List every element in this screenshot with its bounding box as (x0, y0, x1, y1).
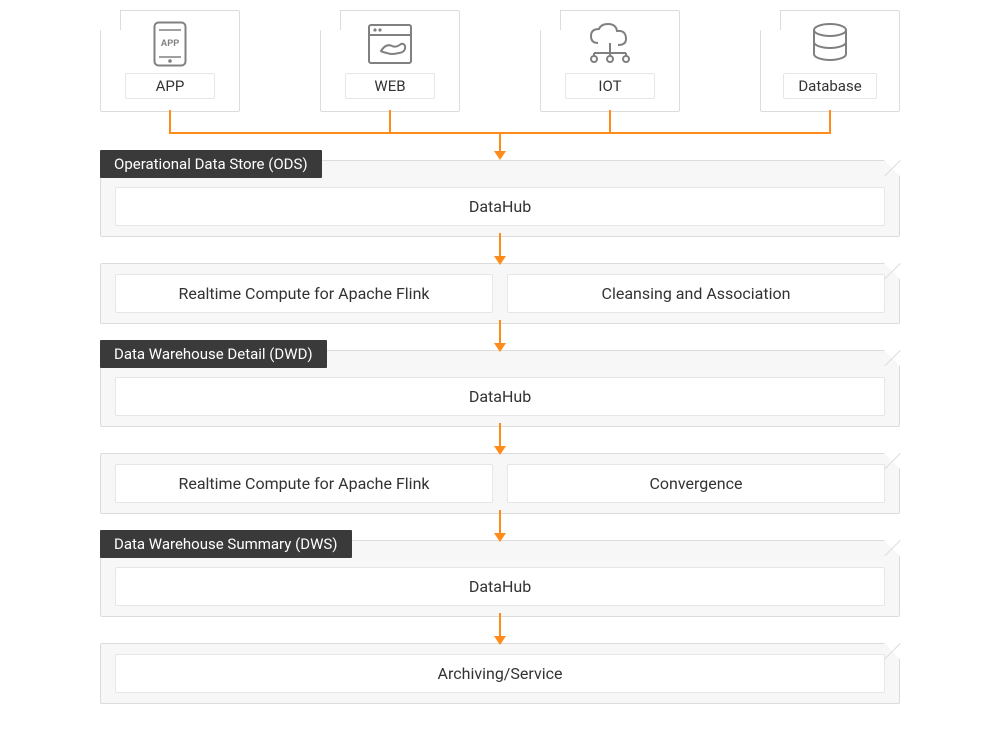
source-app: APP APP (100, 10, 240, 112)
arrow-down-icon (100, 615, 900, 643)
arrow-down-icon (100, 512, 900, 540)
app-icon: APP (140, 21, 200, 67)
process1-cleansing: Cleansing and Association (507, 274, 885, 313)
panel-final: Archiving/Service (100, 643, 900, 704)
final-archiving: Archiving/Service (115, 654, 885, 693)
arrow-down-icon (100, 425, 900, 453)
source-web-label: WEB (345, 73, 435, 99)
process2-convergence: Convergence (507, 464, 885, 503)
arrow-down-icon (100, 235, 900, 263)
svg-text:APP: APP (161, 38, 180, 48)
panel-ods: Operational Data Store (ODS) DataHub (100, 160, 900, 237)
database-icon (800, 21, 860, 67)
source-iot-label: IOT (565, 73, 655, 99)
panel-process-1: Realtime Compute for Apache Flink Cleans… (100, 263, 900, 324)
process2-flink: Realtime Compute for Apache Flink (115, 464, 493, 503)
dwd-datahub: DataHub (115, 377, 885, 416)
panel-dws: Data Warehouse Summary (DWS) DataHub (100, 540, 900, 617)
source-iot: IOT (540, 10, 680, 112)
source-database: Database (760, 10, 900, 112)
process1-flink: Realtime Compute for Apache Flink (115, 274, 493, 313)
panel-ods-title: Operational Data Store (ODS) (100, 150, 322, 178)
sources-row: APP APP WEB (100, 10, 900, 112)
dws-datahub: DataHub (115, 567, 885, 606)
source-database-label: Database (783, 73, 876, 99)
panel-dwd: Data Warehouse Detail (DWD) DataHub (100, 350, 900, 427)
iot-icon (580, 21, 640, 67)
source-app-label: APP (125, 73, 215, 99)
web-icon (360, 21, 420, 67)
arrow-down-icon (100, 322, 900, 350)
source-web: WEB (320, 10, 460, 112)
architecture-diagram: APP APP WEB (0, 0, 1000, 745)
panel-process-2: Realtime Compute for Apache Flink Conver… (100, 453, 900, 514)
ods-datahub: DataHub (115, 187, 885, 226)
